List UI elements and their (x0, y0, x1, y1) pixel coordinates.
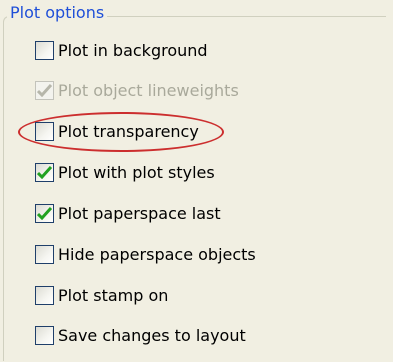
hide-paperspace-objects-label: Hide paperspace objects (58, 244, 256, 264)
plot-options-group (3, 16, 386, 361)
save-changes-to-layout-checkbox[interactable] (35, 325, 54, 345)
plot-in-background-label: Plot in background (58, 40, 208, 60)
option-plot-with-plot-styles[interactable]: Plot with plot styles (35, 160, 215, 184)
plot-in-background-checkbox[interactable] (35, 40, 54, 60)
plot-stamp-on-checkbox[interactable] (35, 285, 54, 305)
option-plot-in-background[interactable]: Plot in background (35, 38, 208, 62)
plot-options-title: Plot options (7, 3, 108, 23)
plot-with-plot-styles-checkbox[interactable] (35, 162, 54, 182)
check-mark-icon (37, 206, 52, 220)
plot-object-lineweights-checkbox[interactable] (35, 80, 54, 100)
plot-transparency-checkbox[interactable] (35, 121, 54, 141)
save-changes-to-layout-label: Save changes to layout (58, 325, 246, 345)
plot-stamp-on-label: Plot stamp on (58, 285, 169, 305)
option-plot-transparency[interactable]: Plot transparency (35, 119, 199, 143)
plot-paperspace-last-label: Plot paperspace last (58, 203, 221, 223)
plot-paperspace-last-checkbox[interactable] (35, 203, 54, 223)
option-plot-stamp-on[interactable]: Plot stamp on (35, 283, 168, 307)
check-mark-icon (37, 83, 52, 97)
plot-with-plot-styles-label: Plot with plot styles (58, 162, 215, 182)
plot-object-lineweights-label: Plot object lineweights (58, 80, 239, 100)
option-plot-paperspace-last[interactable]: Plot paperspace last (35, 201, 221, 225)
check-mark-icon (37, 165, 52, 179)
option-hide-paperspace-objects[interactable]: Hide paperspace objects (35, 242, 256, 266)
option-plot-object-lineweights[interactable]: Plot object lineweights (35, 78, 239, 102)
plot-transparency-label: Plot transparency (58, 121, 199, 141)
hide-paperspace-objects-checkbox[interactable] (35, 244, 54, 264)
option-save-changes-to-layout[interactable]: Save changes to layout (35, 323, 246, 347)
